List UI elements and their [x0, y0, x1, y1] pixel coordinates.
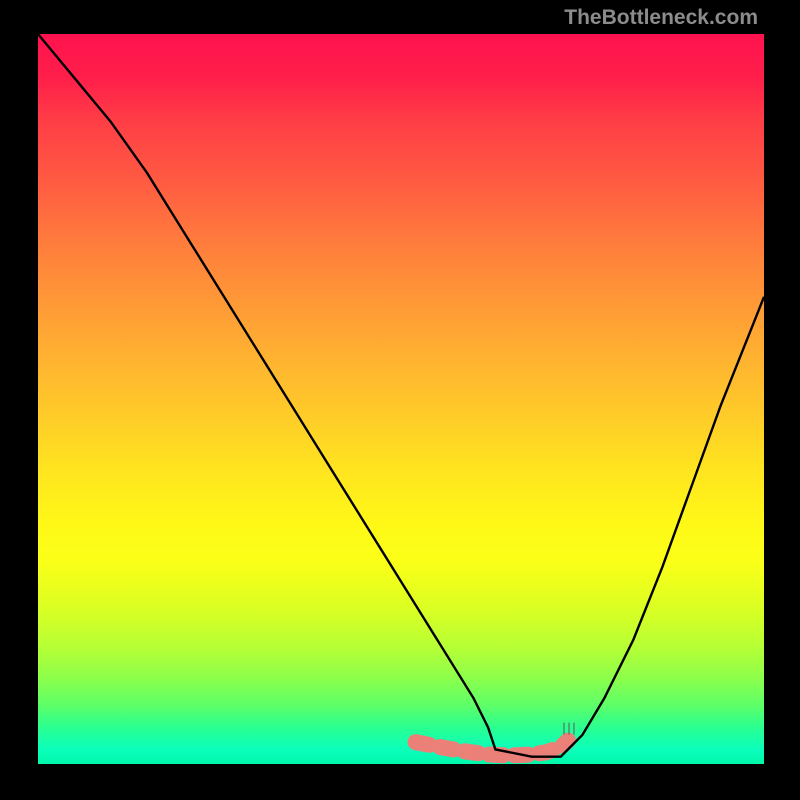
curve-path [38, 34, 764, 757]
chart-overlay [38, 34, 764, 764]
watermark-text: TheBottleneck.com [564, 6, 758, 30]
chart-frame: TheBottleneck.com [0, 0, 800, 800]
low-band-path [416, 741, 569, 756]
